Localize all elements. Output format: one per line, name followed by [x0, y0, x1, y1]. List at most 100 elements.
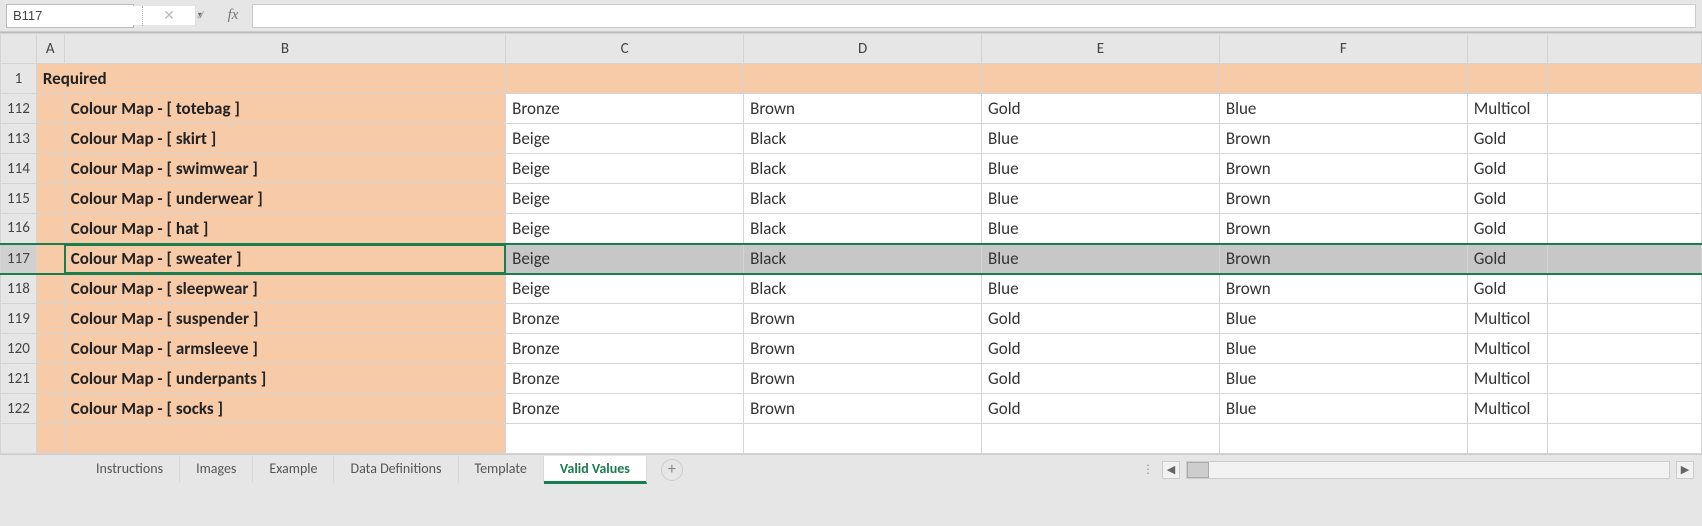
cell[interactable] — [744, 424, 982, 454]
cell[interactable]: Brown — [744, 94, 982, 124]
cell[interactable] — [36, 334, 64, 364]
cell[interactable]: Beige — [506, 184, 744, 214]
cell[interactable] — [36, 274, 64, 304]
cell[interactable]: Bronze — [506, 364, 744, 394]
cell[interactable] — [1547, 274, 1701, 304]
cell[interactable] — [1547, 424, 1701, 454]
row-header[interactable]: 120 — [1, 334, 37, 364]
cell[interactable]: Gold — [1467, 124, 1547, 154]
row-header[interactable]: 112 — [1, 94, 37, 124]
cell[interactable]: Colour Map - [ sleepwear ] — [64, 274, 505, 304]
cancel-icon[interactable]: ✕ — [156, 5, 182, 27]
cell[interactable] — [64, 424, 505, 454]
cell[interactable]: Colour Map - [ swimwear ] — [64, 154, 505, 184]
row-header[interactable]: 115 — [1, 184, 37, 214]
scroll-right-icon[interactable]: ▶ — [1676, 461, 1694, 479]
cell[interactable]: Colour Map - [ totebag ] — [64, 94, 505, 124]
cell[interactable]: Beige — [506, 154, 744, 184]
cell[interactable]: Black — [744, 154, 982, 184]
cell[interactable] — [36, 154, 64, 184]
cell[interactable] — [1467, 424, 1547, 454]
scroll-left-icon[interactable]: ◀ — [1162, 461, 1180, 479]
cell[interactable] — [1547, 184, 1701, 214]
cell[interactable]: Gold — [982, 394, 1220, 424]
cell[interactable] — [36, 424, 64, 454]
cell[interactable]: Multicol — [1467, 364, 1547, 394]
cell[interactable] — [36, 94, 64, 124]
cell-A1[interactable]: Required — [36, 64, 505, 94]
cell[interactable]: Colour Map - [ hat ] — [64, 214, 505, 244]
cell[interactable]: Blue — [982, 124, 1220, 154]
cell[interactable]: Black — [744, 184, 982, 214]
cell[interactable]: Colour Map - [ skirt ] — [64, 124, 505, 154]
cell[interactable] — [36, 304, 64, 334]
cell[interactable]: Blue — [982, 274, 1220, 304]
cell[interactable]: Brown — [744, 334, 982, 364]
cell[interactable]: Brown — [1219, 184, 1467, 214]
cell[interactable] — [36, 214, 64, 244]
cell[interactable]: Blue — [1219, 394, 1467, 424]
cell[interactable]: Brown — [744, 364, 982, 394]
cell[interactable] — [1547, 94, 1701, 124]
row-header[interactable]: 118 — [1, 274, 37, 304]
name-box[interactable]: ▼ — [6, 4, 134, 28]
select-all-corner[interactable] — [1, 34, 37, 64]
col-header-D[interactable]: D — [744, 34, 982, 64]
cell[interactable]: Blue — [1219, 94, 1467, 124]
cell[interactable]: Beige — [506, 244, 744, 274]
cell[interactable]: Gold — [1467, 184, 1547, 214]
cell[interactable]: Blue — [1219, 334, 1467, 364]
col-header-B[interactable]: B — [64, 34, 505, 64]
col-header-C[interactable]: C — [506, 34, 744, 64]
fx-icon[interactable]: fx — [220, 7, 246, 24]
cell[interactable]: Gold — [982, 364, 1220, 394]
cell[interactable]: Beige — [506, 124, 744, 154]
add-sheet-icon[interactable]: + — [661, 459, 683, 481]
sheet-tab[interactable]: Images — [180, 456, 253, 483]
cell[interactable] — [1547, 154, 1701, 184]
cell-D1[interactable] — [744, 64, 982, 94]
cell-extra1[interactable] — [1547, 64, 1701, 94]
cell[interactable]: Brown — [1219, 274, 1467, 304]
cell[interactable]: Colour Map - [ underpants ] — [64, 364, 505, 394]
cell[interactable] — [36, 184, 64, 214]
formula-input[interactable] — [252, 4, 1696, 28]
row-header[interactable]: 1 — [1, 64, 37, 94]
row-header[interactable]: 121 — [1, 364, 37, 394]
cell[interactable] — [1547, 244, 1701, 274]
cell[interactable] — [1219, 424, 1467, 454]
sheet-tab[interactable]: Valid Values — [544, 456, 647, 484]
cell[interactable]: Bronze — [506, 94, 744, 124]
cell-F1[interactable] — [1219, 64, 1467, 94]
cell[interactable]: Beige — [506, 274, 744, 304]
row-header[interactable]: 113 — [1, 124, 37, 154]
cell[interactable] — [1547, 304, 1701, 334]
row-header[interactable]: 122 — [1, 394, 37, 424]
cell[interactable] — [1547, 214, 1701, 244]
cell[interactable] — [982, 424, 1220, 454]
cell[interactable] — [506, 424, 744, 454]
hscroll-thumb[interactable] — [1187, 462, 1209, 478]
splitter-icon[interactable]: ⋮ — [1142, 462, 1156, 477]
cell[interactable]: Blue — [1219, 304, 1467, 334]
cell[interactable]: Brown — [744, 304, 982, 334]
cell[interactable]: Brown — [1219, 214, 1467, 244]
cell[interactable]: Blue — [1219, 364, 1467, 394]
cell[interactable]: Brown — [744, 394, 982, 424]
cell[interactable]: Gold — [982, 334, 1220, 364]
cell[interactable]: Beige — [506, 214, 744, 244]
cell[interactable]: Brown — [1219, 124, 1467, 154]
cell[interactable]: Colour Map - [ suspender ] — [64, 304, 505, 334]
row-header[interactable]: 119 — [1, 304, 37, 334]
sheet-tab[interactable]: Template — [459, 456, 544, 483]
row-header[interactable]: 114 — [1, 154, 37, 184]
cell[interactable]: Bronze — [506, 304, 744, 334]
cell[interactable]: Gold — [1467, 214, 1547, 244]
sheet-tab[interactable]: Example — [253, 456, 334, 483]
cell-G1[interactable] — [1467, 64, 1547, 94]
col-header-F[interactable]: F — [1219, 34, 1467, 64]
cell[interactable]: Colour Map - [ armsleeve ] — [64, 334, 505, 364]
cell[interactable] — [1547, 124, 1701, 154]
cell[interactable]: Black — [744, 244, 982, 274]
col-header-G[interactable] — [1467, 34, 1547, 64]
